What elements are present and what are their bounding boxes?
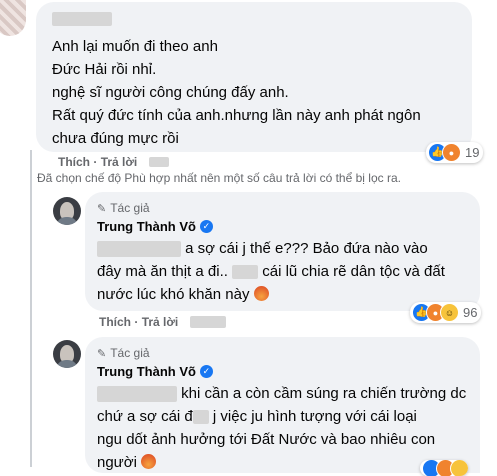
author-badge-label: Tác giả (110, 201, 150, 215)
redacted-commenter-name[interactable] (52, 12, 112, 26)
haha-reaction-icon (450, 460, 468, 476)
reaction-count: 19 (465, 145, 480, 160)
thread-line (30, 150, 32, 467)
pen-icon: ✎ (97, 347, 107, 360)
reply-line: chứ a sợ cái đ j việc ju hình tượng với … (97, 408, 417, 425)
verified-icon: ✓ (199, 365, 213, 378)
angry-emoji-icon (253, 286, 269, 301)
author-badge-label: Tác giả (110, 346, 150, 360)
redacted-timestamp (148, 156, 169, 167)
separator-dot: · (134, 314, 142, 329)
author-badge: ✎ Tác giả (97, 346, 213, 360)
reaction-summary[interactable] (420, 460, 468, 476)
reply-link[interactable]: Trả lời (142, 315, 179, 329)
author-avatar[interactable] (53, 197, 81, 225)
comment-line: Anh lại muốn đi theo anh (52, 38, 218, 55)
like-link[interactable]: Thích (58, 155, 90, 169)
angry-reaction-icon: ● (442, 143, 461, 162)
reply-line: a sợ cái j thế e??? Bảo đứa nào vào (97, 237, 477, 260)
like-link[interactable]: Thích (99, 315, 131, 329)
author-name-text[interactable]: Trung Thành Võ (97, 219, 196, 234)
commenter-avatar[interactable] (0, 0, 26, 36)
comment-line: nghệ sĩ người công chúng đấy anh. (52, 84, 289, 101)
comment-actions: Thích · Trả lời (58, 154, 169, 169)
author-avatar[interactable] (53, 340, 81, 368)
comment-line: chưa đúng mực rồi (52, 130, 179, 147)
author-badge: ✎ Tác giả (97, 201, 213, 215)
reply-line: đây mà ăn thịt a đi.. cái lũ chia rẽ dân… (97, 263, 445, 280)
comment-bubble: Anh lại muốn đi theo anh Đức Hải rồi nhỉ… (36, 2, 472, 152)
redacted-word (232, 265, 259, 280)
verified-icon: ✓ (199, 220, 213, 233)
pen-icon: ✎ (97, 202, 107, 215)
reply-link[interactable]: Trả lời (101, 155, 138, 169)
author-name[interactable]: Trung Thành Võ ✓ (97, 219, 213, 234)
redacted-mention[interactable] (97, 241, 181, 258)
comment-line: Đức Hải rồi nhỉ. (52, 61, 157, 78)
haha-reaction-icon: ☺ (440, 303, 459, 322)
author-name-text[interactable]: Trung Thành Võ (97, 364, 196, 379)
comment-line: Rất quý đức tính của anh.nhưng lần này a… (52, 107, 421, 124)
redacted-mention[interactable] (97, 386, 177, 403)
reaction-summary[interactable]: 👍 ● ☺ 96 (410, 302, 482, 323)
redacted-timestamp (189, 315, 226, 328)
reply-actions: Thích · Trả lời (99, 314, 226, 329)
reply-bubble: ✎ Tác giả Trung Thành Võ ✓ a sợ cái j th… (85, 192, 480, 311)
reaction-count: 96 (463, 305, 478, 320)
filter-notice: Đã chọn chế độ Phù hợp nhất nên một số c… (37, 171, 401, 185)
reply-line: ngu dốt ảnh hưởng tới Đất Nước và bao nh… (97, 431, 436, 448)
redacted-word (192, 410, 209, 425)
reaction-summary[interactable]: 👍 ● 19 (426, 142, 484, 163)
author-name[interactable]: Trung Thành Võ ✓ (97, 364, 213, 379)
separator-dot: · (93, 154, 101, 169)
reply-line: khi cần a còn cầm súng ra chiến trường d… (97, 382, 477, 405)
reply-bubble: ✎ Tác giả Trung Thành Võ ✓ khi cần a còn… (85, 337, 480, 473)
